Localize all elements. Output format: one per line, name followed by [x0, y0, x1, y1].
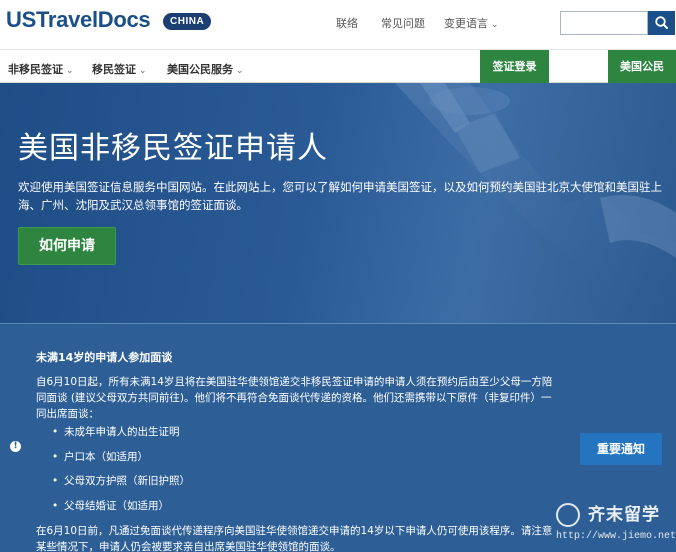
nav-item-label: 移民签证 — [92, 63, 136, 76]
chevron-down-icon: ⌄ — [139, 66, 147, 76]
page-title: 美国非移民签证申请人 — [18, 131, 328, 166]
nav-item-immigrant-visa[interactable]: 移民签证 ⌄ — [92, 61, 147, 77]
alert-paragraph: 在6月10日前，凡通过免面谈代传递程序向美国驻华使领馆递交申请的14岁以下申请人… — [36, 525, 553, 552]
contact-link[interactable]: 联络 — [336, 15, 358, 31]
language-menu[interactable]: 变更语言 ⌄ — [444, 15, 499, 31]
nav-item-label: 非移民签证 — [8, 63, 63, 76]
visa-login-button[interactable]: 签证登录 — [480, 50, 549, 83]
language-menu-label: 变更语言 — [444, 17, 488, 30]
hero-description: 欢迎使用美国签证信息服务中国网站。在此网站上，您可以了解如何申请美国签证，以及如… — [18, 180, 662, 212]
main-nav: 非移民签证 ⌄ 移民签证 ⌄ 美国公民服务 ⌄ 签证登录 美国公民 — [0, 49, 676, 83]
country-badge: CHINA — [163, 13, 212, 30]
alert-title: 未满14岁的申请人参加面谈 — [36, 351, 173, 364]
site-logo[interactable]: USTravelDocs — [6, 7, 151, 33]
list-item: 户口本（如适用） — [52, 449, 190, 474]
search-icon — [655, 16, 668, 29]
search-button[interactable] — [648, 11, 675, 35]
search-input[interactable] — [560, 11, 648, 35]
us-citizen-button[interactable]: 美国公民 — [608, 50, 676, 83]
important-notice-button[interactable]: 重要通知 — [580, 433, 662, 465]
chevron-down-icon: ⌄ — [491, 20, 499, 30]
alert-paragraph: 自6月10日起，所有未满14岁且将在美国驻华使领馆递交非移民签证申请的申请人须在… — [36, 376, 553, 420]
hero-banner: 美国非移民签证申请人 欢迎使用美国签证信息服务中国网站。在此网站上，您可以了解如… — [0, 83, 676, 323]
chevron-down-icon: ⌄ — [66, 66, 74, 76]
how-to-apply-button[interactable]: 如何申请 — [18, 227, 116, 265]
watermark-brand: 齐末留学 — [588, 505, 660, 525]
nav-item-nonimmigrant-visa[interactable]: 非移民签证 ⌄ — [8, 61, 74, 77]
list-item: 未成年申请人的出生证明 — [52, 424, 190, 449]
faq-link[interactable]: 常见问题 — [381, 15, 425, 31]
info-icon: ! — [10, 441, 21, 452]
nav-item-citizen-services[interactable]: 美国公民服务 ⌄ — [167, 61, 244, 77]
top-header: USTravelDocs CHINA 联络 常见问题 变更语言 ⌄ — [0, 0, 676, 46]
document-list: 未成年申请人的出生证明 户口本（如适用） 父母双方护照（新旧护照） 父母结婚证（… — [52, 424, 190, 522]
list-item: 父母双方护照（新旧护照） — [52, 473, 190, 498]
watermark: 齐末留学 http://www.jiemo.net — [556, 499, 676, 547]
chevron-down-icon: ⌄ — [236, 66, 244, 76]
list-item: 父母结婚证（如适用） — [52, 498, 190, 523]
watermark-url: http://www.jiemo.net — [556, 531, 676, 542]
nav-item-label: 美国公民服务 — [167, 63, 233, 76]
watermark-logo-icon — [556, 503, 580, 527]
